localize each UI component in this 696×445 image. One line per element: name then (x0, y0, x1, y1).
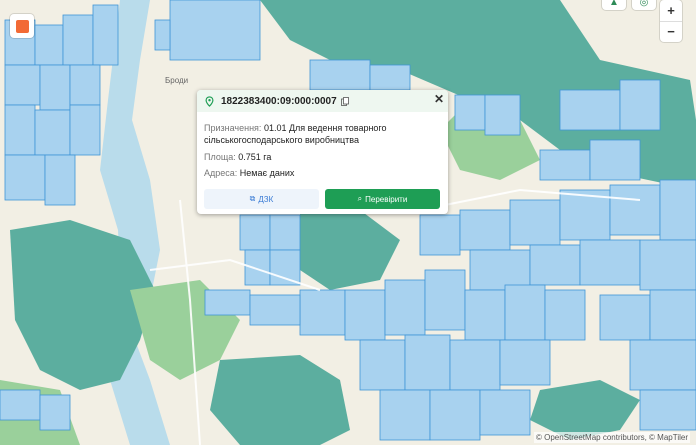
check-button-label: Перевірити (365, 194, 408, 204)
zoom-in-button[interactable]: + (660, 0, 682, 22)
map-canvas[interactable]: Броди ▲ ◎ + − 1822383400:09:000:0007 ✕ П… (0, 0, 696, 445)
address-label: Адреса: (204, 168, 238, 178)
parcel-popup: 1822383400:09:000:0007 ✕ Призначення: 01… (197, 90, 448, 214)
globe-button[interactable]: ◎ (632, 0, 656, 10)
external-link-icon: ⧉ (249, 194, 256, 203)
address-row: Адреса: Немає даних (204, 167, 294, 179)
dzk-button[interactable]: ⧉ ДЗК (204, 189, 319, 209)
zoom-out-button[interactable]: − (660, 22, 682, 43)
cadastral-number: 1822383400:09:000:0007 (221, 95, 337, 107)
area-value: 0.751 га (238, 152, 272, 162)
address-value: Немає даних (239, 168, 295, 178)
dzk-button-label: ДЗК (258, 194, 274, 204)
navigation-button[interactable]: ▲ (602, 0, 626, 10)
area-label: Площа: (204, 152, 236, 162)
location-pin-icon (205, 95, 214, 107)
purpose-label: Призначення: (204, 123, 262, 133)
area-row: Площа: 0.751 га (204, 151, 271, 163)
close-popup-button[interactable]: ✕ (434, 93, 444, 105)
copy-icon[interactable] (340, 96, 349, 106)
globe-icon: ◎ (639, 0, 649, 8)
purpose-value-line1: 01.01 Для ведення товарного (263, 123, 387, 133)
purpose-value-line2: сільськогосподарського виробництва (204, 135, 359, 145)
zoom-control: + − (660, 0, 682, 42)
search-icon: ⌕ (357, 194, 363, 203)
town-label: Броди (165, 76, 189, 85)
top-controls: ▲ ◎ (602, 0, 656, 10)
layers-icon (15, 19, 29, 33)
check-button[interactable]: ⌕ Перевірити (325, 189, 440, 209)
popup-header: 1822383400:09:000:0007 (197, 90, 448, 112)
map-tiles[interactable] (0, 0, 696, 445)
map-attribution[interactable]: © OpenStreetMap contributors, © MapTiler (534, 432, 690, 443)
purpose-row: Призначення: 01.01 Для ведення товарного… (204, 122, 387, 146)
layers-button[interactable] (10, 14, 34, 38)
navigation-icon: ▲ (609, 0, 619, 8)
